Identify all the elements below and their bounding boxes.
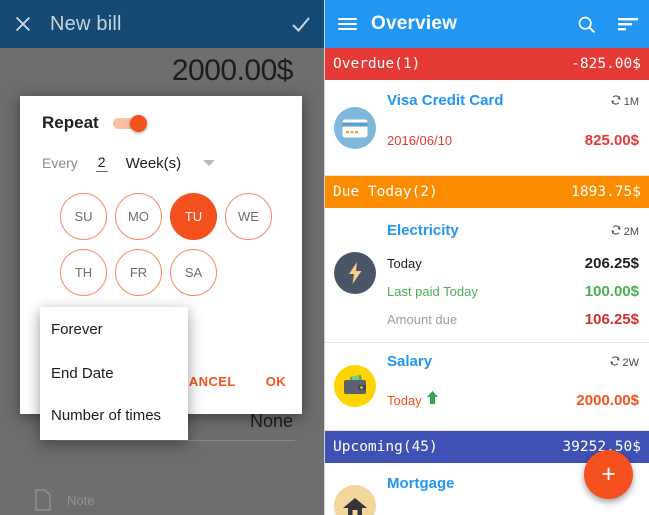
every-interval-input[interactable]: 2 (95, 154, 108, 172)
bill-row-amount: 2000.00$ (576, 391, 639, 409)
bill-row-amount: 825.00$ (584, 132, 639, 149)
menu-item-forever[interactable]: Forever (51, 321, 103, 338)
bill-row-electricity-1: Today 206.25$ (387, 255, 639, 272)
search-icon[interactable] (565, 0, 607, 48)
section-label-due-today: Due Today(2) (333, 184, 438, 200)
dialog-actions: CANCEL OK (179, 374, 286, 389)
weekday-tu[interactable]: TU (170, 193, 217, 240)
bill-row-label: Today (387, 392, 422, 408)
bill-row-label: Today (387, 256, 422, 271)
hamburger-bars (337, 15, 357, 33)
weekday-sa[interactable]: SA (170, 249, 217, 296)
weekday-mo[interactable]: MO (115, 193, 162, 240)
note-row[interactable]: Note (33, 488, 94, 512)
section-total-due-today: 1893.75$ (571, 184, 641, 200)
repeat-end-value: None (249, 411, 293, 431)
menu-item-number-of-times[interactable]: Number of times (51, 407, 161, 424)
overview-appbar: Overview (325, 0, 649, 48)
section-total-overdue: -825.00$ (571, 56, 641, 72)
overview-title: Overview (371, 13, 458, 34)
hamburger-menu-icon[interactable] (325, 0, 369, 48)
section-label-upcoming: Upcoming(45) (333, 439, 438, 455)
plus-icon: + (601, 460, 616, 488)
repeat-text-visa: 1M (623, 95, 639, 108)
repeat-text-salary: 2W (622, 356, 640, 369)
overview-screen: Overview Overdue(1) -825.00$ Visa Credit… (325, 0, 649, 515)
section-header-due-today[interactable]: Due Today(2) 1893.75$ (325, 176, 649, 208)
repeat-icon (610, 94, 622, 109)
sort-icon[interactable] (607, 0, 649, 48)
bill-title-salary: Salary (387, 353, 433, 370)
bill-row-label: 2016/06/10 (387, 133, 453, 148)
bill-item-visa[interactable]: Visa Credit Card 1M 2016/06/10 825.00$ (325, 80, 649, 176)
repeat-badge-visa: 1M (610, 94, 639, 109)
amount-value[interactable]: 2000.00$ (172, 54, 294, 88)
app-screen: New bill 2000.00$ Bill type ? None (0, 0, 649, 515)
repeat-badge-salary: 2W (609, 355, 640, 370)
page-title: New bill (50, 12, 122, 35)
every-label: Every (42, 155, 78, 171)
bill-row-label: Amount due (387, 312, 458, 327)
bill-row-amount: 100.00$ (584, 283, 639, 300)
document-icon (33, 488, 53, 512)
repeat-text-electricity: 2M (623, 225, 639, 238)
repeat-icon (609, 355, 621, 370)
close-icon[interactable] (0, 0, 46, 48)
new-bill-appbar: New bill (0, 0, 325, 48)
section-header-overdue[interactable]: Overdue(1) -825.00$ (325, 48, 649, 80)
bill-item-salary[interactable]: Salary 2W Today 2000.00$ (325, 343, 649, 431)
credit-card-icon (334, 107, 376, 149)
weekday-we[interactable]: WE (225, 193, 272, 240)
bill-item-electricity[interactable]: Electricity 2M Today 206.25$ Last paid T… (325, 208, 649, 343)
weekday-th[interactable]: TH (60, 249, 107, 296)
menu-item-end-date[interactable]: End Date (51, 365, 114, 382)
new-bill-screen: New bill 2000.00$ Bill type ? None (0, 0, 325, 515)
bill-row-electricity-2: Last paid Today 100.00$ (387, 283, 639, 300)
bill-row-salary-1: Today 2000.00$ (387, 391, 639, 409)
weekday-row-1: SU MO TU WE (60, 193, 280, 240)
repeat-header: Repeat (42, 113, 149, 133)
weekday-su[interactable]: SU (60, 193, 107, 240)
repeat-badge-electricity: 2M (610, 224, 639, 239)
bill-row-amount: 206.25$ (584, 255, 639, 272)
bill-title-visa: Visa Credit Card (387, 92, 504, 109)
section-label-overdue: Overdue(1) (333, 56, 421, 72)
repeat-title: Repeat (42, 113, 99, 132)
bill-row-left-group: Today (387, 391, 438, 409)
ok-button[interactable]: OK (266, 374, 286, 389)
repeat-end-popup-menu: Forever End Date Number of times (40, 307, 188, 440)
repeat-icon (610, 224, 622, 239)
repeat-toggle[interactable] (112, 115, 149, 132)
chevron-down-icon[interactable] (203, 160, 216, 166)
weekday-fr[interactable]: FR (115, 249, 162, 296)
bill-row-label: Last paid Today (387, 284, 478, 299)
bill-title-mortgage: Mortgage (387, 475, 455, 492)
toggle-knob (129, 115, 147, 132)
bill-row-electricity-3: Amount due 106.25$ (387, 311, 639, 328)
every-row: Every 2 Week(s) (42, 154, 216, 172)
frequency-unit-value[interactable]: Week(s) (126, 155, 182, 172)
weekday-selector: SU MO TU WE TH FR SA (60, 193, 280, 305)
add-bill-fab[interactable]: + (584, 450, 633, 499)
house-icon (334, 485, 376, 515)
repeat-end-underline (55, 440, 295, 441)
arrow-up-icon (426, 391, 438, 409)
bill-row-visa-1: 2016/06/10 825.00$ (387, 132, 639, 149)
check-icon[interactable] (277, 0, 325, 48)
note-label: Note (67, 492, 95, 508)
wallet-icon (334, 365, 376, 407)
bill-title-electricity: Electricity (387, 222, 459, 239)
lightning-bolt-icon (334, 252, 376, 294)
weekday-row-2: TH FR SA (60, 249, 280, 296)
bill-row-amount: 106.25$ (584, 311, 639, 328)
